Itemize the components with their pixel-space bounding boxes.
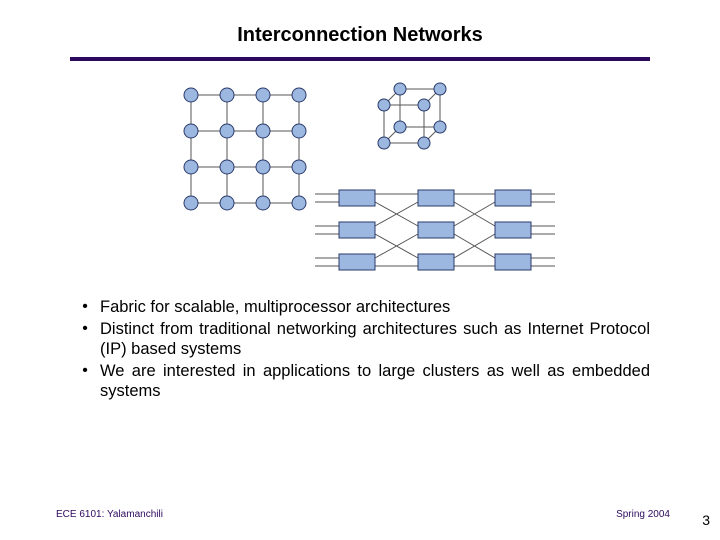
- footer-term: Spring 2004: [616, 509, 670, 520]
- mesh-diagram: [175, 79, 325, 229]
- cube-diagram: [370, 79, 460, 159]
- list-item: • We are interested in applications to l…: [70, 361, 650, 401]
- bullet-list: • Fabric for scalable, multiprocessor ar…: [70, 297, 650, 401]
- bullet-icon: •: [70, 319, 100, 339]
- bullet-text: We are interested in applications to lar…: [100, 361, 650, 401]
- switch-diagram: [315, 180, 555, 280]
- diagram-area: [0, 75, 720, 285]
- footer-course: ECE 6101: Yalamanchili: [56, 509, 163, 520]
- bullet-text: Distinct from traditional networking arc…: [100, 319, 650, 359]
- list-item: • Fabric for scalable, multiprocessor ar…: [70, 297, 650, 317]
- title-divider: [70, 57, 650, 61]
- bullet-icon: •: [70, 361, 100, 381]
- bullet-text: Fabric for scalable, multiprocessor arch…: [100, 297, 650, 317]
- bullet-icon: •: [70, 297, 100, 317]
- list-item: • Distinct from traditional networking a…: [70, 319, 650, 359]
- page-title: Interconnection Networks: [0, 0, 720, 57]
- page-number: 3: [702, 512, 710, 528]
